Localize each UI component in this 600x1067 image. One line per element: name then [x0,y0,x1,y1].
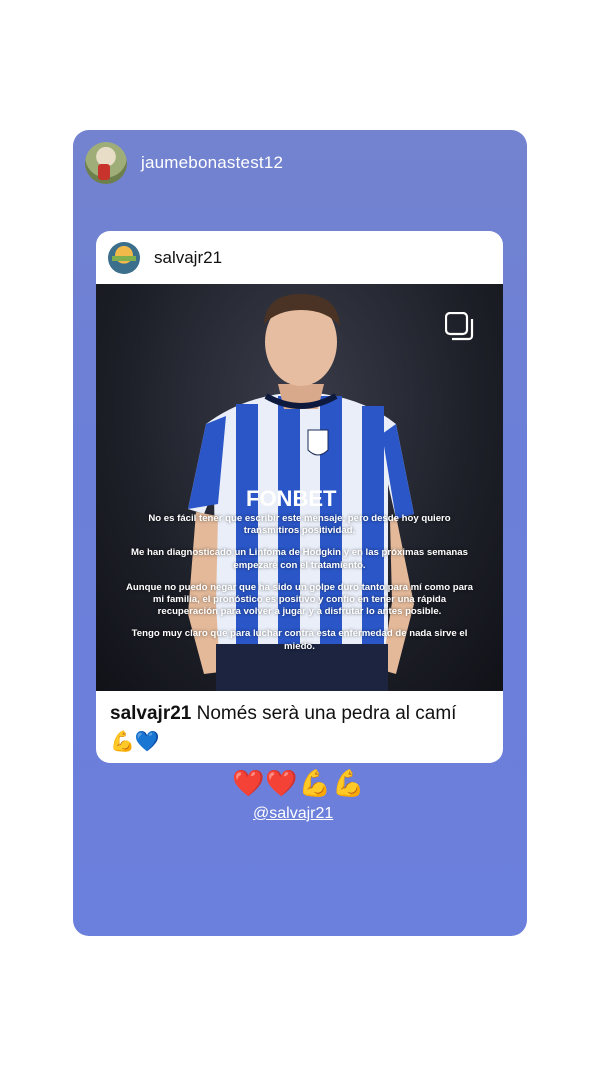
overlay-paragraph: Aunque no puedo negar que ha sido un gol… [126,581,473,618]
caption-username[interactable]: salvajr21 [110,703,191,724]
post-overlay-text: No es fácil tener que escribir este mens… [126,513,473,663]
post-image[interactable]: FONBET No es fácil tener que escribir es… [96,284,503,691]
caption-text: Només serà una pedra al camí [196,703,457,724]
post-avatar[interactable] [108,241,140,274]
caption-emojis: 💪💙 [110,731,160,753]
overlay-paragraph: Tengo muy claro que para luchar contra e… [131,628,468,652]
shared-post-card[interactable]: salvajr21 FONBET No es fácil tener que e… [96,231,503,763]
overlay-paragraph: Me han diagnosticado un Linfoma de Hodgk… [131,547,468,571]
story-avatar[interactable] [85,142,127,184]
story-header: jaumebonastest12 [85,141,283,185]
story-container: jaumebonastest12 salvajr21 FONBET No es … [73,130,527,936]
jersey-sponsor-text: FONBET [246,486,337,511]
post-username[interactable]: salvajr21 [154,248,222,268]
post-caption: salvajr21 Només serà una pedra al camí 💪… [96,691,503,753]
overlay-paragraph: No es fácil tener que escribir este mens… [148,513,451,537]
mention-sticker[interactable]: @salvajr21 [253,805,333,823]
story-username[interactable]: jaumebonastest12 [141,153,283,173]
post-header: salvajr21 [96,231,503,284]
emoji-sticker: ❤️❤️💪💪 [232,768,366,798]
carousel-icon [445,312,474,341]
